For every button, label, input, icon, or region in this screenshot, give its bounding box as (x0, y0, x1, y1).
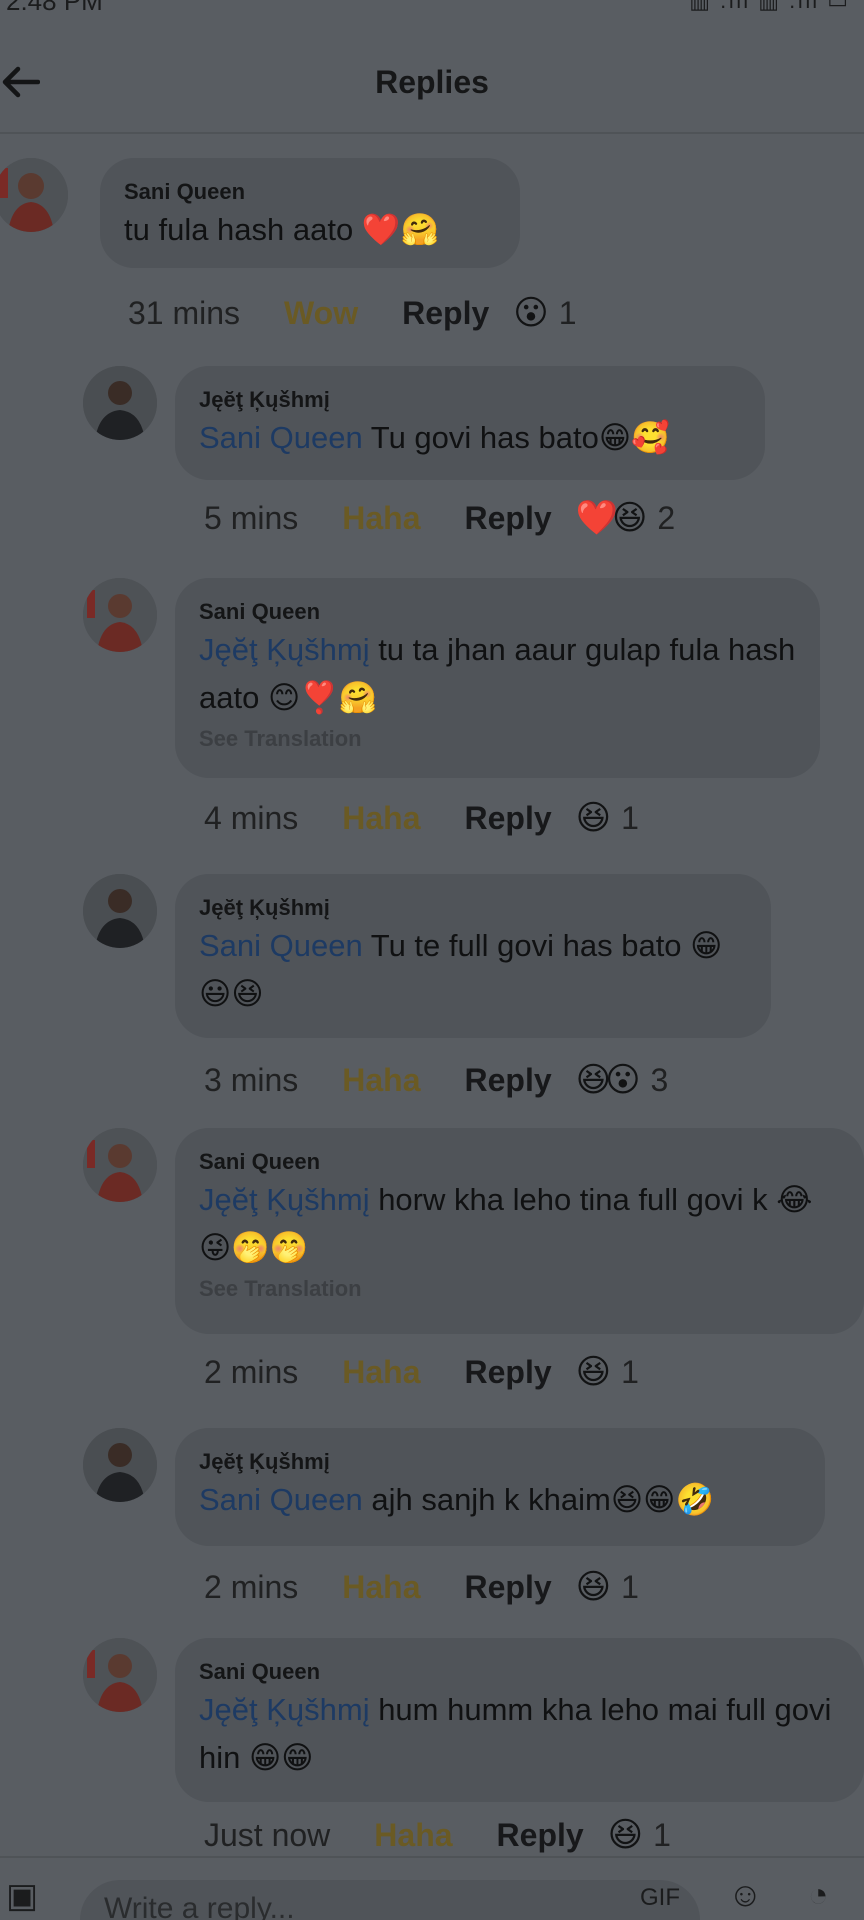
status-time: 2:48 PM (6, 0, 103, 16)
comment-text: Sani Queen Tu govi has bato😁🥰 (199, 414, 741, 462)
reply-button[interactable]: Reply (402, 295, 489, 332)
avatar[interactable] (83, 1638, 157, 1712)
comment-author[interactable]: Jęĕţ Ķųšhmį (199, 1448, 801, 1476)
comment-time: 2 mins (204, 1568, 299, 1605)
reaction-count[interactable]: 2 (657, 500, 675, 537)
reaction-button[interactable]: Haha (342, 800, 420, 837)
camera-icon[interactable]: ▣ (6, 1876, 38, 1916)
reply-button[interactable]: Reply (465, 800, 552, 837)
reply-input[interactable]: Write a reply... (80, 1880, 700, 1920)
comment-author[interactable]: Sani Queen (199, 1658, 840, 1686)
reaction-count[interactable]: 3 (651, 1062, 669, 1099)
emoji-icon[interactable]: ☺ (728, 1876, 763, 1915)
comment-time: 31 mins (128, 294, 241, 331)
reaction-button[interactable]: Haha (342, 1062, 420, 1099)
reply-button[interactable]: Reply (497, 1817, 584, 1854)
reaction-button[interactable]: Haha (342, 1354, 420, 1391)
comment-body: ajh sanjh k khaim😆😁🤣 (362, 1482, 715, 1517)
status-bar: 2:48 PM ▥ .ıll ▥ .ıll ▭ (0, 0, 864, 18)
reply-button[interactable]: Reply (465, 1062, 552, 1099)
avatar[interactable] (83, 1128, 157, 1202)
see-translation-link[interactable]: See Translation (199, 726, 796, 752)
mention-link[interactable]: Jęĕţ Ķųšhmį (199, 1182, 370, 1217)
comment-body: tu fula hash aato ❤️🤗 (124, 212, 440, 247)
comment-actions: 5 mins Haha Reply ❤️😆 2 (204, 498, 675, 538)
reaction-emoji-icon[interactable]: 😆😮 (576, 1060, 641, 1100)
comment-actions: 2 mins Haha Reply 😆 1 (204, 1567, 639, 1607)
reaction-button[interactable]: Wow (284, 295, 358, 332)
comment-bubble[interactable]: Sani Queen Jęĕţ Ķųšhmį horw kha leho tin… (175, 1128, 864, 1334)
comment-actions: 4 mins Haha Reply 😆 1 (204, 798, 639, 838)
comment-author[interactable]: Jęĕţ Ķųšhmį (199, 894, 747, 922)
reaction-emoji-icon[interactable]: 😆 (576, 1352, 612, 1392)
page-title: Replies (375, 64, 489, 100)
comment-bubble[interactable]: Sani Queen Jęĕţ Ķųšhmį tu ta jhan aaur g… (175, 578, 820, 778)
reaction-emoji-icon[interactable]: 😮 (513, 293, 549, 333)
reaction-count[interactable]: 1 (559, 295, 577, 332)
comment-actions: 2 mins Haha Reply 😆 1 (204, 1352, 639, 1392)
avatar[interactable] (83, 578, 157, 652)
comment-author[interactable]: Sani Queen (199, 598, 796, 626)
comment-time: 5 mins (204, 499, 299, 536)
reaction-button[interactable]: Haha (342, 500, 420, 537)
header: Replies (0, 18, 864, 134)
avatar[interactable] (83, 874, 157, 948)
reply-button[interactable]: Reply (465, 500, 552, 537)
comment-bubble[interactable]: Jęĕţ Ķųšhmį Sani Queen Tu te full govi h… (175, 874, 771, 1038)
reaction-button[interactable]: Haha (342, 1569, 420, 1606)
mention-link[interactable]: Jęĕţ Ķųšhmį (199, 1692, 370, 1727)
mention-link[interactable]: Sani Queen (199, 1482, 363, 1517)
reply-comment: Jęĕţ Ķųšhmį Sani Queen Tu te full govi h… (0, 870, 864, 1100)
comment-text: Jęĕţ Ķųšhmį horw kha leho tina full govi… (199, 1176, 840, 1272)
reply-comment: Jęĕţ Ķųšhmį Sani Queen Tu govi has bato😁… (0, 362, 864, 537)
reaction-count[interactable]: 1 (621, 800, 639, 837)
comment-actions: 3 mins Haha Reply 😆😮 3 (204, 1060, 668, 1100)
reaction-button[interactable]: Haha (374, 1817, 452, 1854)
comment-body: Tu govi has bato😁🥰 (362, 420, 670, 455)
avatar[interactable] (83, 1428, 157, 1502)
comment-time: Just now (204, 1816, 331, 1853)
comment-text: Jęĕţ Ķųšhmį hum humm kha leho mai full g… (199, 1686, 840, 1782)
reply-comment: Jęĕţ Ķųšhmį Sani Queen ajh sanjh k khaim… (0, 1424, 864, 1606)
reply-button[interactable]: Reply (465, 1569, 552, 1606)
mention-link[interactable]: Sani Queen (199, 928, 363, 963)
comment-text: Sani Queen ajh sanjh k khaim😆😁🤣 (199, 1476, 801, 1524)
comment-bubble[interactable]: Jęĕţ Ķųšhmį Sani Queen ajh sanjh k khaim… (175, 1428, 825, 1546)
reply-comment: Sani Queen Jęĕţ Ķųšhmį tu ta jhan aaur g… (0, 574, 864, 837)
reaction-count[interactable]: 1 (621, 1569, 639, 1606)
reply-composer: ▣ Write a reply... GIF ☺ ◔ (0, 1856, 864, 1920)
reaction-count[interactable]: 1 (621, 1354, 639, 1391)
gif-icon[interactable]: GIF (640, 1884, 680, 1912)
comment-actions: Just now Haha Reply 😆 1 (204, 1815, 671, 1855)
see-translation-link[interactable]: See Translation (199, 1276, 840, 1302)
comment-text: Sani Queen Tu te full govi has bato 😁😃😆 (199, 922, 747, 1018)
comment-author[interactable]: Sani Queen (199, 1148, 840, 1176)
comment-bubble[interactable]: Sani Queen tu fula hash aato ❤️🤗 (100, 158, 520, 268)
sticker-icon[interactable]: ◔ (808, 1876, 829, 1915)
reaction-emoji-icon[interactable]: ❤️😆 (576, 498, 648, 538)
mention-link[interactable]: Jęĕţ Ķųšhmį (199, 632, 370, 667)
comment-actions: 31 mins Wow Reply 😮 1 (128, 293, 577, 333)
comment-bubble[interactable]: Sani Queen Jęĕţ Ķųšhmį hum humm kha leho… (175, 1638, 864, 1802)
comment-time: 2 mins (204, 1353, 299, 1390)
reaction-emoji-icon[interactable]: 😆 (576, 798, 612, 838)
signal-battery-icons: ▥ .ıll ▥ .ıll ▭ (689, 0, 850, 13)
reply-comment: Sani Queen Jęĕţ Ķųšhmį horw kha leho tin… (0, 1124, 864, 1391)
comment-author[interactable]: Jęĕţ Ķųšhmį (199, 386, 741, 414)
avatar[interactable] (83, 366, 157, 440)
reply-comment: Sani Queen Jęĕţ Ķųšhmį hum humm kha leho… (0, 1634, 864, 1854)
comment-time: 3 mins (204, 1061, 299, 1098)
comment-text: Jęĕţ Ķųšhmį tu ta jhan aaur gulap fula h… (199, 626, 796, 722)
comment-bubble[interactable]: Jęĕţ Ķųšhmį Sani Queen Tu govi has bato😁… (175, 366, 765, 480)
comment-text: tu fula hash aato ❤️🤗 (124, 206, 496, 254)
reply-button[interactable]: Reply (465, 1354, 552, 1391)
comment: Sani Queen tu fula hash aato ❤️🤗 31 mins… (0, 134, 864, 334)
comment-author[interactable]: Sani Queen (124, 178, 496, 206)
reaction-emoji-icon[interactable]: 😆 (608, 1815, 644, 1855)
mention-link[interactable]: Sani Queen (199, 420, 363, 455)
avatar[interactable] (0, 158, 68, 232)
comment-time: 4 mins (204, 799, 299, 836)
reaction-count[interactable]: 1 (653, 1817, 671, 1854)
reaction-emoji-icon[interactable]: 😆 (576, 1567, 612, 1607)
